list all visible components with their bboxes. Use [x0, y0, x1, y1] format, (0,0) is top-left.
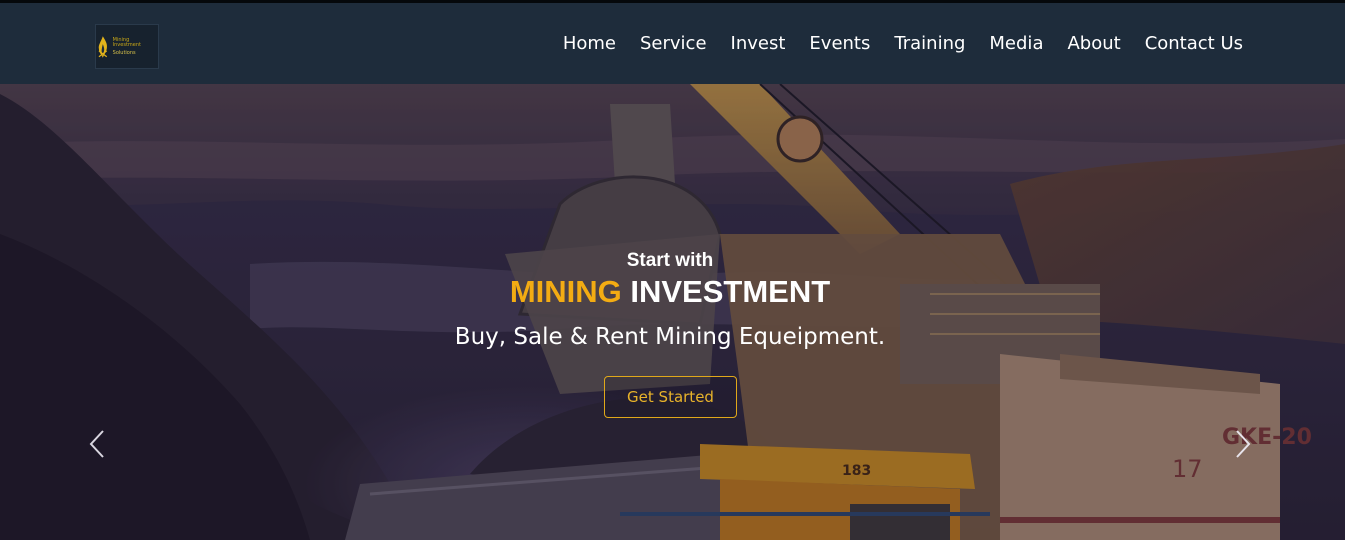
main-nav: Home Service Invest Events Training Medi…	[563, 3, 1243, 84]
chevron-right-icon	[1236, 430, 1251, 458]
chevron-left-icon	[89, 430, 104, 458]
logo-text: Mining Investment Solutions	[112, 36, 141, 56]
carousel-prev-button[interactable]	[82, 424, 112, 464]
hero-headline: MINING INVESTMENT	[0, 274, 1340, 310]
navbar: Mining Investment Solutions Home Service…	[0, 3, 1345, 84]
carousel-next-button[interactable]	[1228, 424, 1258, 464]
nav-invest[interactable]: Invest	[731, 33, 786, 54]
headline-accent: MINING	[509, 274, 622, 309]
hero-content: Start with MINING INVESTMENT Buy, Sale &…	[0, 84, 1345, 540]
nav-about[interactable]: About	[1067, 33, 1120, 54]
nav-home[interactable]: Home	[563, 33, 616, 54]
hero-subline: Buy, Sale & Rent Mining Equeipment.	[454, 324, 886, 350]
flame-icon	[98, 35, 108, 58]
headline-rest: INVESTMENT	[621, 274, 831, 309]
site-logo[interactable]: Mining Investment Solutions	[95, 24, 159, 69]
nav-contact-us[interactable]: Contact Us	[1145, 33, 1243, 54]
hero-carousel: GKE-20 17 183 Start with MINING INVESTME…	[0, 84, 1345, 540]
hero-eyebrow: Start with	[626, 250, 714, 271]
get-started-button[interactable]: Get Started	[604, 376, 737, 418]
nav-training[interactable]: Training	[894, 33, 965, 54]
nav-service[interactable]: Service	[640, 33, 707, 54]
nav-media[interactable]: Media	[989, 33, 1043, 54]
nav-events[interactable]: Events	[809, 33, 870, 54]
